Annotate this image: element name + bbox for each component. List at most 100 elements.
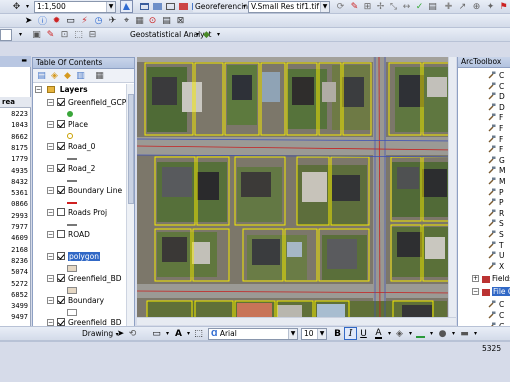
layer-symbol[interactable]	[67, 309, 77, 316]
table-row[interactable]: 5074	[0, 267, 30, 278]
table-row[interactable]: 4609	[0, 233, 30, 244]
vertices-icon[interactable]: ⊡	[58, 28, 71, 41]
file-geodatabase-toolset[interactable]: − File G	[472, 286, 510, 297]
toolbox-tool-item[interactable]: C	[488, 70, 504, 81]
toc-layer-row[interactable]: − polygon	[47, 251, 100, 263]
layer-combo[interactable]: V.Small Res tif1.tif ▼	[248, 1, 330, 13]
toc-layer-row[interactable]: − Boundary	[47, 295, 104, 307]
link-table-icon[interactable]: ⊞	[361, 0, 374, 13]
layer-visibility-checkbox[interactable]	[57, 318, 65, 326]
layer-visibility-checkbox[interactable]	[57, 98, 65, 106]
chevron-down-icon[interactable]: ▼	[106, 2, 115, 12]
collapse-icon[interactable]: −	[47, 120, 54, 128]
table-row[interactable]: 9497	[0, 312, 30, 323]
toolbox-tool-item[interactable]: P	[488, 197, 504, 208]
collapse-icon[interactable]: −	[47, 230, 54, 238]
map-view[interactable]	[137, 57, 456, 325]
toolbox-tool-item[interactable]: F	[488, 112, 503, 123]
toolbox-tool-item[interactable]: U	[488, 250, 505, 261]
layer-symbol[interactable]	[67, 287, 77, 294]
auto-adjust-icon[interactable]: ✓	[413, 0, 426, 13]
collapse-icon[interactable]: −	[47, 164, 54, 172]
viewer-icon[interactable]: ▤	[426, 0, 439, 13]
dropdown-icon[interactable]: ▾	[469, 327, 482, 340]
add-point-icon[interactable]: ✚	[442, 0, 455, 13]
measure-tool-icon[interactable]: ▭	[64, 14, 77, 27]
toolbar-dropdown-icon[interactable]: ▾	[212, 28, 225, 41]
arctoolbox-icon[interactable]	[177, 0, 190, 13]
table-row[interactable]: 8236	[0, 256, 30, 267]
layer-symbol[interactable]	[67, 133, 73, 139]
toolbox-tool-item[interactable]: D	[488, 102, 505, 113]
layer-visibility-checkbox[interactable]	[57, 296, 65, 304]
toolbox-tool-item[interactable]: T	[488, 240, 504, 251]
expand-icon[interactable]: +	[472, 274, 479, 282]
collapse-icon[interactable]: −	[47, 142, 54, 150]
input-box-left[interactable]	[0, 29, 12, 41]
table-row[interactable]: 8432	[0, 177, 30, 188]
toc-layer-row[interactable]: − Road_0	[47, 141, 95, 153]
table-row[interactable]: 8175	[0, 143, 30, 154]
table-row[interactable]: 1043	[0, 120, 30, 131]
zoom-to-layer-icon[interactable]: ⊕	[470, 0, 483, 13]
toc-layer-row[interactable]: − ROAD	[47, 229, 90, 241]
toolbox-tool-item[interactable]: P	[488, 187, 504, 198]
table-row[interactable]: 4935	[0, 166, 30, 177]
map-scale-combo[interactable]: 1:1,500 ▼	[34, 1, 116, 13]
attributes-icon[interactable]: ▣	[30, 28, 43, 41]
toolbox-tool-item[interactable]: S	[488, 229, 504, 240]
layers-root[interactable]: − Layers	[35, 84, 88, 96]
table-row[interactable]: 8223	[0, 109, 30, 120]
toolbox-tool-item[interactable]: M	[488, 165, 505, 176]
toc-layer-row[interactable]: − Greenfield_GCP	[47, 97, 126, 109]
flag-icon[interactable]: ⚑	[497, 0, 510, 13]
toc-layer-row[interactable]: − Place	[47, 119, 88, 131]
table-row[interactable]: 2993	[0, 211, 30, 222]
toolbox-tool-item[interactable]: G	[488, 155, 505, 166]
search-window-icon[interactable]	[164, 0, 177, 13]
map-horizontal-scrollbar[interactable]	[137, 317, 456, 325]
font-size-combo[interactable]: 10 ▼	[301, 328, 327, 340]
layer-visibility-checkbox[interactable]	[57, 120, 65, 128]
rotate-icon[interactable]: ⟲	[126, 327, 139, 340]
reshape-icon[interactable]: ⊟	[86, 28, 99, 41]
close-icon[interactable]: ▬	[21, 57, 27, 64]
collapse-icon[interactable]: −	[47, 208, 54, 216]
chevron-down-icon[interactable]: ▼	[320, 2, 329, 12]
layer-visibility-checkbox[interactable]	[57, 274, 65, 282]
toc-layer-row[interactable]: − Boundary Line	[47, 185, 122, 197]
list-by-drawing-order-icon[interactable]: ▤	[35, 69, 48, 82]
table-row[interactable]: 7977	[0, 222, 30, 233]
chevron-down-icon[interactable]: ▼	[288, 329, 297, 339]
bold-button[interactable]: B	[331, 327, 344, 340]
toolbox-tool-item[interactable]: X	[488, 261, 504, 272]
catalog-icon[interactable]	[151, 0, 164, 13]
list-by-visibility-icon[interactable]: ◆	[61, 69, 74, 82]
layer-visibility-checkbox[interactable]	[57, 208, 65, 216]
toc-scrollbar[interactable]	[126, 84, 134, 352]
layer-visibility-checkbox[interactable]	[57, 164, 65, 172]
previous-extent-icon[interactable]: ▤	[160, 14, 173, 27]
table-row[interactable]: 8662	[0, 132, 30, 143]
toolbox-tool-item[interactable]: F	[488, 134, 503, 145]
collapse-icon[interactable]: −	[47, 186, 54, 194]
map-vertical-scrollbar[interactable]	[448, 57, 456, 325]
toc-layer-row[interactable]: − Road_2	[47, 163, 95, 175]
map-canvas[interactable]	[137, 57, 456, 325]
layer-symbol[interactable]	[67, 265, 77, 272]
shift-icon[interactable]: ✢	[374, 0, 387, 13]
chevron-down-icon[interactable]: ▼	[317, 329, 326, 339]
table-row[interactable]: 2168	[0, 245, 30, 256]
toolbox-tool-item[interactable]: R	[488, 208, 504, 219]
table-row[interactable]: 0866	[0, 199, 30, 210]
hyperlink-icon[interactable]: ⚡	[78, 14, 91, 27]
editor-toolbar-icon[interactable]	[120, 0, 133, 13]
layer-symbol[interactable]	[67, 158, 77, 160]
full-extent-icon[interactable]: ⊙	[146, 14, 159, 27]
dropdown-icon[interactable]: ▾	[14, 28, 27, 41]
link-icon[interactable]: ✦	[484, 0, 497, 13]
table-row[interactable]: 1779	[0, 154, 30, 165]
identify-icon[interactable]: ⓘ	[36, 14, 49, 27]
table-row[interactable]: 3499	[0, 301, 30, 312]
layer-visibility-checkbox[interactable]	[57, 252, 65, 260]
